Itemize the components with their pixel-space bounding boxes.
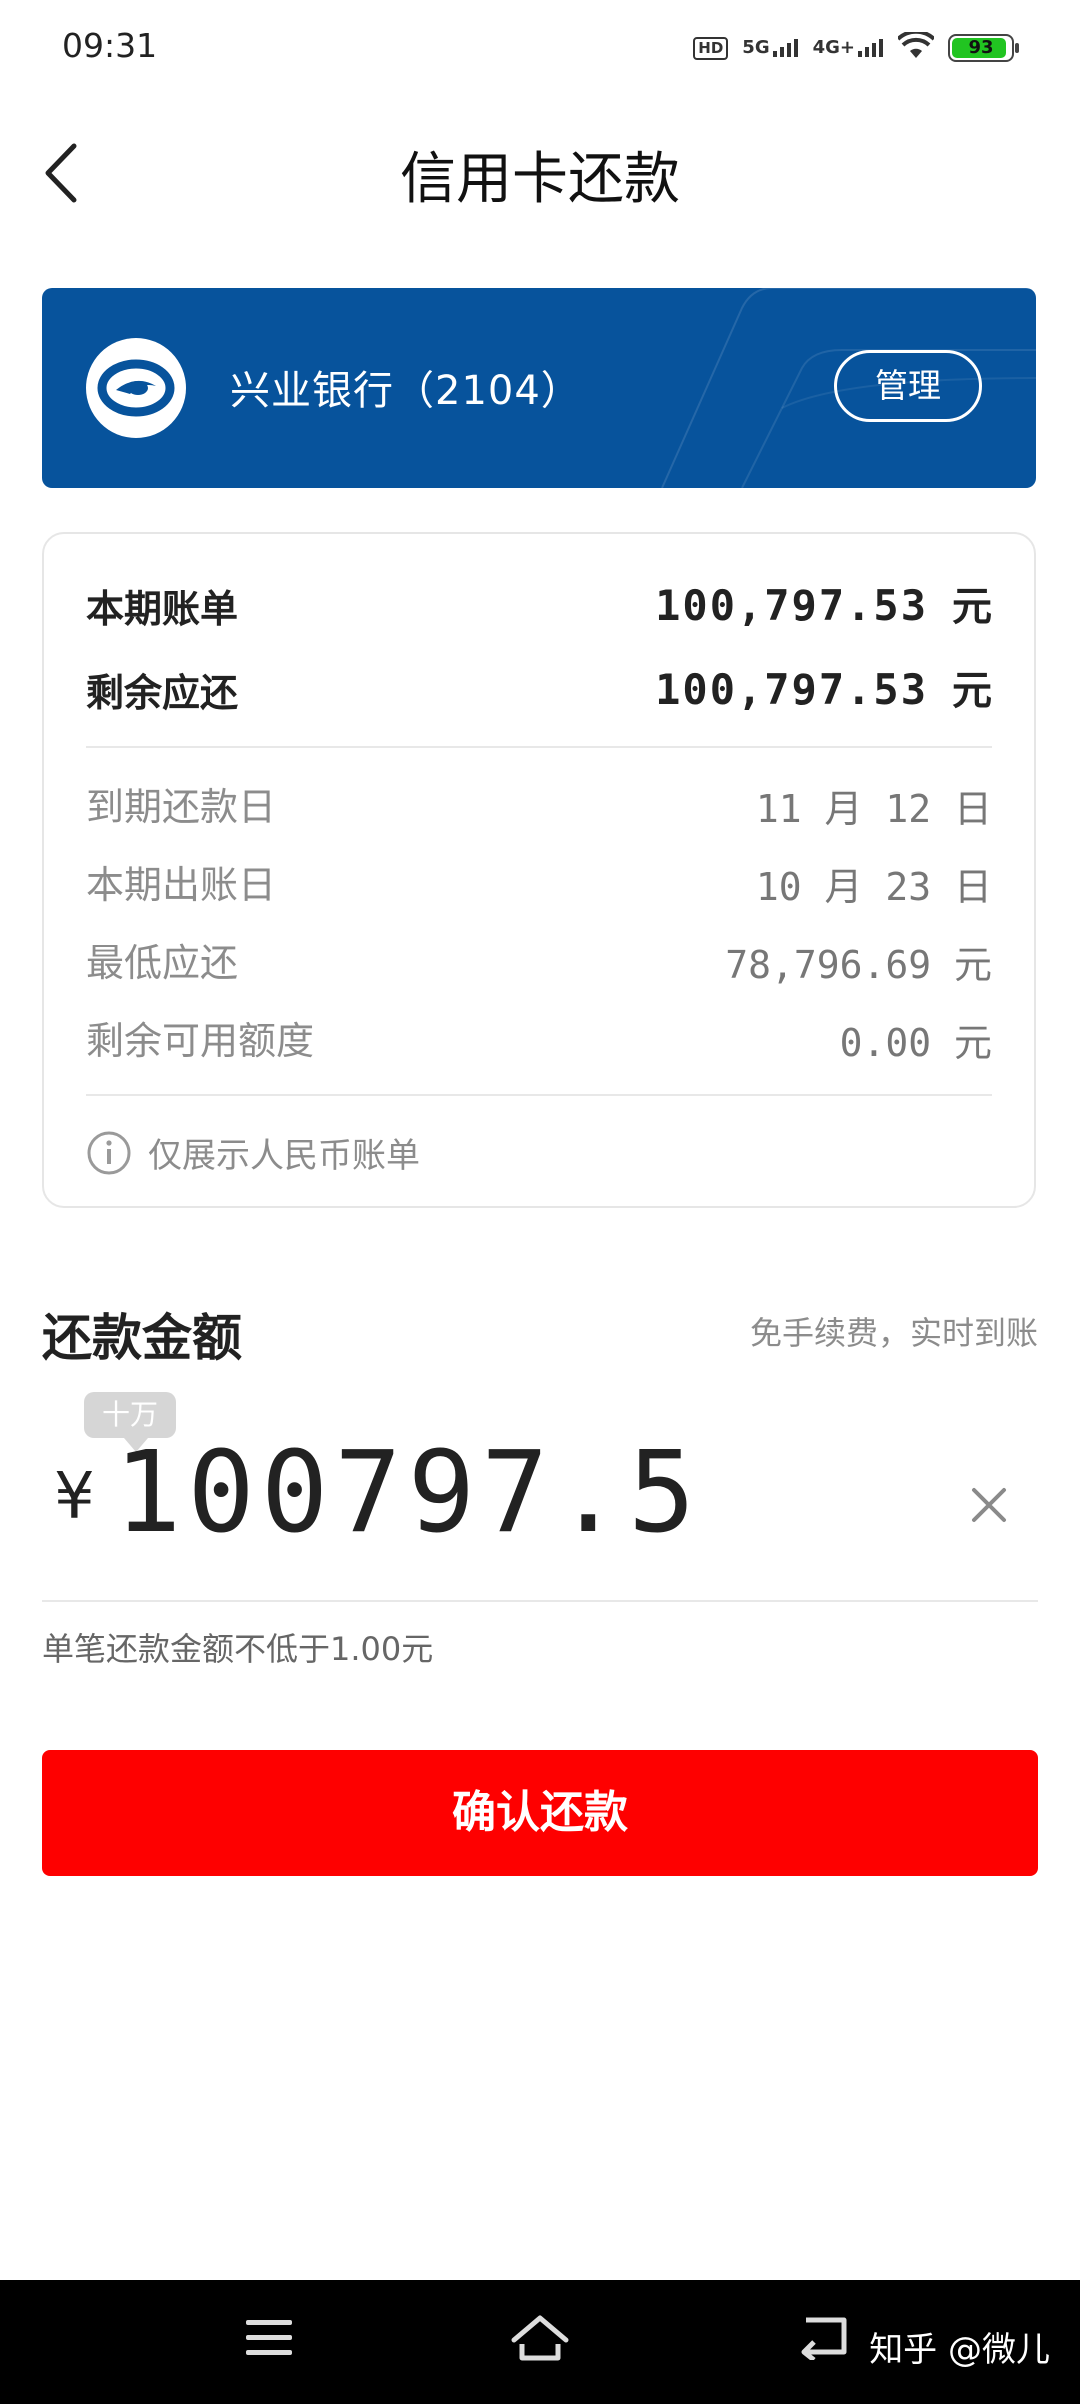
hd-icon: HD xyxy=(693,36,729,60)
page-title: 信用卡还款 xyxy=(400,147,680,212)
signal-4g-label: 4G+ xyxy=(812,37,855,58)
home-button[interactable] xyxy=(510,2314,570,2368)
rmb-note: 仅展示人民币账单 xyxy=(86,1128,420,1177)
bank-name: 兴业银行（2104） xyxy=(230,368,582,414)
signal-5g-icon: 5G xyxy=(742,39,798,57)
available-credit-value: 0.00 元 xyxy=(839,1021,992,1065)
remaining-unit: 元 xyxy=(952,668,992,714)
status-icons: HD 5G 4G+ 93 xyxy=(693,28,1019,68)
remaining-amount: 100,797.53 元 xyxy=(655,658,992,716)
min-payment-value: 78,796.69 元 xyxy=(725,943,992,987)
min-payment-label: 最低应还 xyxy=(86,941,239,985)
section-title: 还款金额 xyxy=(42,1309,242,1367)
current-bill-unit: 元 xyxy=(952,584,992,630)
fee-note: 免手续费，实时到账 xyxy=(749,1314,1038,1352)
bank-card[interactable]: 兴业银行（2104） 管理 xyxy=(42,288,1036,488)
due-date-value: 11 月 12 日 xyxy=(755,787,992,831)
current-bill-amount: 100,797.53 元 xyxy=(655,574,992,632)
bank-logo-icon xyxy=(86,338,186,438)
home-icon xyxy=(511,2315,569,2361)
close-icon xyxy=(972,1488,1006,1522)
remaining-label: 剩余应还 xyxy=(86,671,239,715)
status-time: 09:31 xyxy=(62,26,158,65)
divider xyxy=(86,1094,992,1096)
signal-5g-label: 5G xyxy=(742,37,770,58)
bill-panel: 本期账单 100,797.53 元 剩余应还 100,797.53 元 到期还款… xyxy=(42,532,1036,1208)
confirm-repayment-button[interactable]: 确认还款 xyxy=(42,1750,1038,1876)
back-icon xyxy=(801,2317,847,2362)
statement-date-value: 10 月 23 日 xyxy=(755,865,992,909)
wifi-icon xyxy=(896,29,936,64)
statement-date-label: 本期出账日 xyxy=(86,863,277,907)
battery-level: 93 xyxy=(968,37,994,58)
battery-icon: 93 xyxy=(948,34,1019,62)
available-credit-label: 剩余可用额度 xyxy=(86,1019,315,1063)
amount-underline xyxy=(42,1600,1038,1602)
due-date-label: 到期还款日 xyxy=(86,785,277,829)
menu-icon xyxy=(246,2320,292,2355)
signal-4g-icon: 4G+ xyxy=(813,39,884,57)
info-icon xyxy=(87,1131,131,1174)
remaining-value: 100,797.53 xyxy=(655,665,928,714)
currency-symbol: ¥ xyxy=(54,1460,95,1534)
nav-back-button[interactable] xyxy=(800,2314,852,2364)
divider xyxy=(86,746,992,748)
watermark: 知乎 @微儿 xyxy=(869,2330,1050,2370)
menu-button[interactable] xyxy=(244,2316,294,2364)
current-bill-label: 本期账单 xyxy=(86,587,239,631)
manage-button[interactable]: 管理 xyxy=(834,350,982,422)
rmb-note-text: 仅展示人民币账单 xyxy=(148,1136,420,1176)
amount-input[interactable]: 100797.5 xyxy=(114,1428,701,1558)
clear-button[interactable] xyxy=(966,1482,1012,1528)
min-amount-note: 单笔还款金额不低于1.00元 xyxy=(42,1630,434,1668)
current-bill-value: 100,797.53 xyxy=(655,581,928,630)
navigation-bar: 知乎 @微儿 xyxy=(0,2280,1080,2404)
